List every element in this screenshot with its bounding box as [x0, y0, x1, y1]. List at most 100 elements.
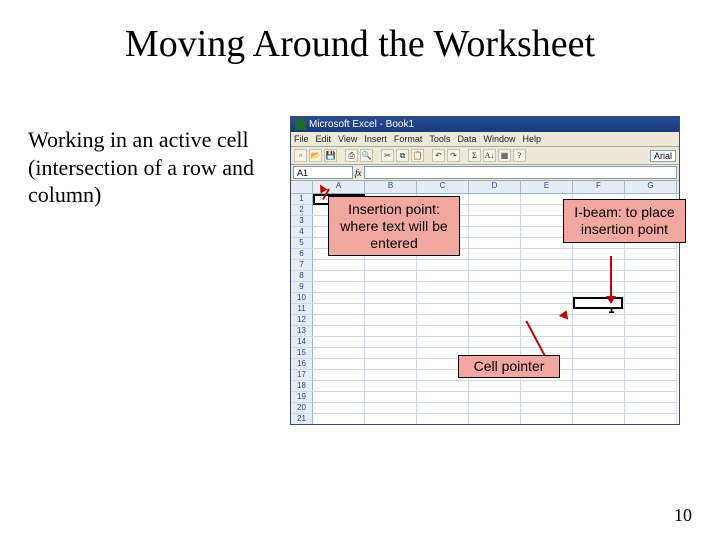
- cell[interactable]: [417, 293, 469, 304]
- cell[interactable]: [625, 370, 677, 381]
- cell[interactable]: [573, 249, 625, 260]
- row-header[interactable]: 10: [291, 293, 313, 304]
- cell[interactable]: [313, 304, 365, 315]
- cell[interactable]: [365, 381, 417, 392]
- cell[interactable]: [417, 337, 469, 348]
- menu-insert[interactable]: Insert: [364, 134, 387, 144]
- sort-asc-icon[interactable]: A↓: [483, 149, 496, 162]
- cell[interactable]: [521, 282, 573, 293]
- cell[interactable]: [365, 282, 417, 293]
- cell[interactable]: [625, 337, 677, 348]
- cell[interactable]: [417, 282, 469, 293]
- fx-icon[interactable]: fx: [355, 168, 362, 178]
- menu-window[interactable]: Window: [483, 134, 515, 144]
- cell[interactable]: [469, 326, 521, 337]
- menu-view[interactable]: View: [338, 134, 357, 144]
- undo-icon[interactable]: ↶: [432, 149, 445, 162]
- cell[interactable]: [521, 271, 573, 282]
- font-selector[interactable]: Arial: [650, 150, 676, 162]
- cell[interactable]: [313, 414, 365, 424]
- col-header[interactable]: D: [469, 181, 521, 193]
- cell[interactable]: [573, 337, 625, 348]
- cell[interactable]: [365, 304, 417, 315]
- cell[interactable]: [365, 403, 417, 414]
- help-icon[interactable]: ?: [513, 149, 526, 162]
- cell[interactable]: [417, 392, 469, 403]
- cell[interactable]: [625, 392, 677, 403]
- cell[interactable]: [625, 326, 677, 337]
- cell[interactable]: [625, 403, 677, 414]
- cell[interactable]: [573, 271, 625, 282]
- formula-input[interactable]: [364, 166, 678, 179]
- cell[interactable]: [521, 414, 573, 424]
- cell[interactable]: [625, 348, 677, 359]
- cell[interactable]: [625, 271, 677, 282]
- cell[interactable]: [365, 392, 417, 403]
- cell[interactable]: [573, 326, 625, 337]
- cell[interactable]: [625, 315, 677, 326]
- cell[interactable]: [469, 403, 521, 414]
- cell[interactable]: [573, 381, 625, 392]
- row-header[interactable]: 5: [291, 238, 313, 249]
- cell[interactable]: [469, 216, 521, 227]
- new-icon[interactable]: ▫: [294, 149, 307, 162]
- row-header[interactable]: 18: [291, 381, 313, 392]
- cell[interactable]: [313, 315, 365, 326]
- cell[interactable]: [469, 260, 521, 271]
- cell[interactable]: [521, 337, 573, 348]
- cell[interactable]: [313, 392, 365, 403]
- cell[interactable]: [469, 414, 521, 424]
- col-header[interactable]: G: [625, 181, 677, 193]
- cell[interactable]: [625, 381, 677, 392]
- cell[interactable]: [573, 282, 625, 293]
- row-header[interactable]: 9: [291, 282, 313, 293]
- cell[interactable]: [365, 293, 417, 304]
- print-icon[interactable]: ⎙: [345, 149, 358, 162]
- save-icon[interactable]: 💾: [324, 149, 337, 162]
- cell[interactable]: [417, 260, 469, 271]
- row-header[interactable]: 3: [291, 216, 313, 227]
- cell[interactable]: [625, 282, 677, 293]
- cell[interactable]: [313, 370, 365, 381]
- row-header[interactable]: 2: [291, 205, 313, 216]
- cell[interactable]: [313, 337, 365, 348]
- cell[interactable]: [365, 337, 417, 348]
- menu-edit[interactable]: Edit: [316, 134, 332, 144]
- col-header[interactable]: C: [417, 181, 469, 193]
- cell[interactable]: [313, 260, 365, 271]
- cell[interactable]: [469, 337, 521, 348]
- row-header[interactable]: 8: [291, 271, 313, 282]
- cell[interactable]: [417, 304, 469, 315]
- cell[interactable]: [365, 260, 417, 271]
- row-header[interactable]: 16: [291, 359, 313, 370]
- cell[interactable]: [573, 392, 625, 403]
- cell[interactable]: [625, 260, 677, 271]
- cell[interactable]: [313, 326, 365, 337]
- row-header[interactable]: 19: [291, 392, 313, 403]
- cell[interactable]: [417, 403, 469, 414]
- cell[interactable]: [469, 392, 521, 403]
- row-header[interactable]: 14: [291, 337, 313, 348]
- cell[interactable]: [313, 403, 365, 414]
- col-header[interactable]: E: [521, 181, 573, 193]
- row-header[interactable]: 12: [291, 315, 313, 326]
- cell[interactable]: [625, 293, 677, 304]
- cell[interactable]: [313, 381, 365, 392]
- cell[interactable]: [469, 271, 521, 282]
- cell[interactable]: [365, 326, 417, 337]
- cell[interactable]: [521, 249, 573, 260]
- row-header[interactable]: 15: [291, 348, 313, 359]
- cell[interactable]: [469, 194, 521, 205]
- cell[interactable]: [625, 414, 677, 424]
- cell[interactable]: [573, 260, 625, 271]
- cell[interactable]: [469, 205, 521, 216]
- cell[interactable]: [365, 315, 417, 326]
- menu-file[interactable]: File: [294, 134, 309, 144]
- cell[interactable]: [469, 238, 521, 249]
- cell[interactable]: [313, 348, 365, 359]
- select-all-corner[interactable]: [291, 181, 313, 193]
- col-header[interactable]: F: [573, 181, 625, 193]
- cell[interactable]: [417, 271, 469, 282]
- cell[interactable]: [469, 282, 521, 293]
- row-header[interactable]: 13: [291, 326, 313, 337]
